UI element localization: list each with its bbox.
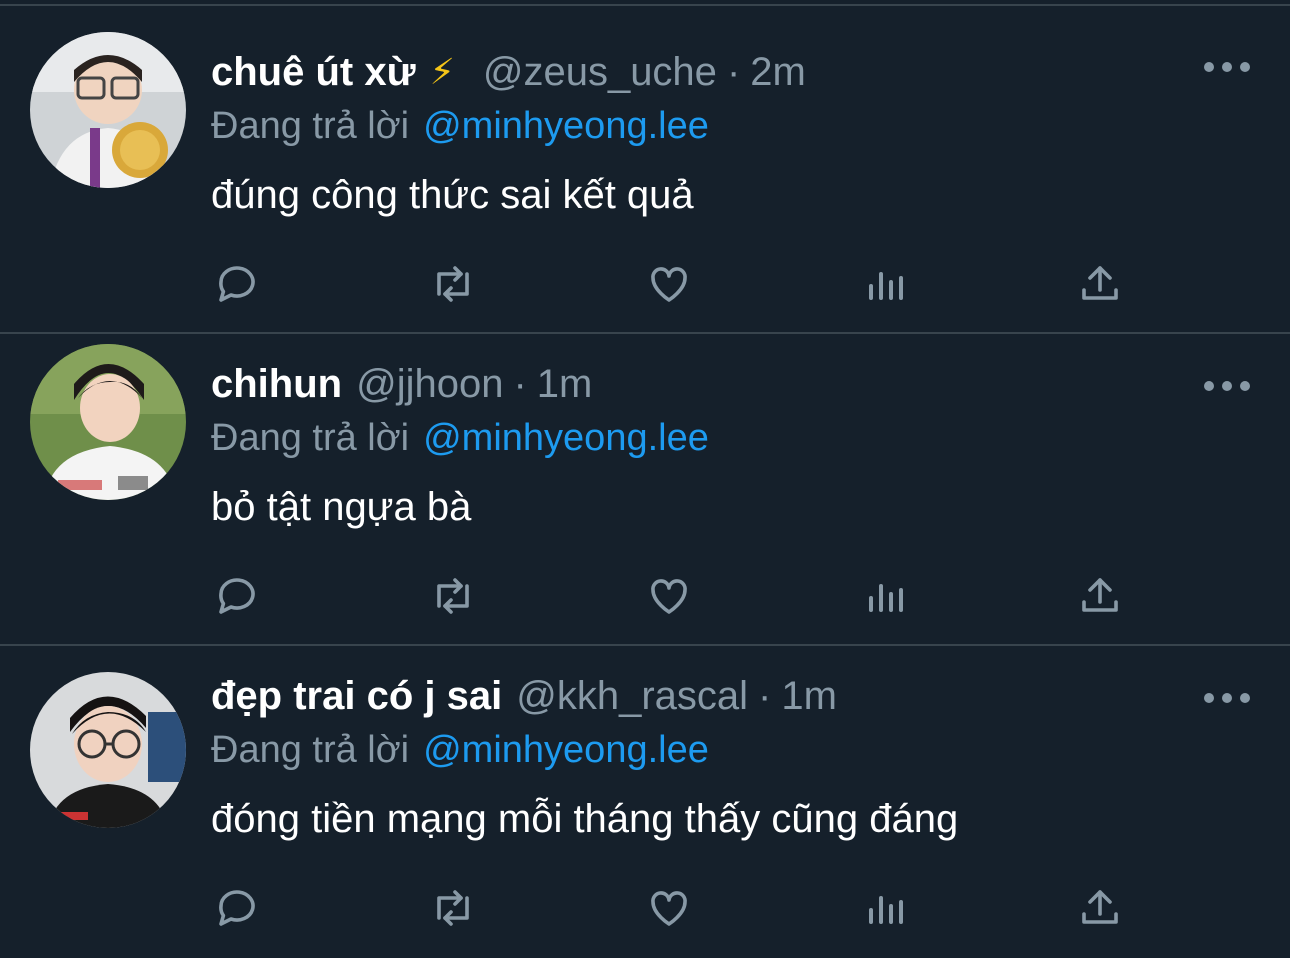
display-name[interactable]: chihun	[211, 362, 342, 407]
share-icon[interactable]	[1074, 258, 1126, 310]
handle[interactable]: @jjhoon	[356, 362, 503, 407]
reply-prefix: Đang trả lời	[211, 728, 410, 771]
reply-prefix: Đang trả lời	[211, 104, 410, 147]
lightning-icon: ⚡	[429, 51, 455, 92]
retweet-icon[interactable]	[427, 882, 479, 934]
reply-mention[interactable]: @minhyeong.lee	[423, 417, 709, 460]
like-icon[interactable]	[643, 570, 695, 622]
separator: ·	[726, 49, 741, 94]
reply-mention[interactable]: @minhyeong.lee	[423, 105, 709, 148]
display-name[interactable]: đẹp trai có j sai	[211, 674, 502, 719]
display-name[interactable]: chuê út xừ	[211, 50, 416, 95]
retweet-icon[interactable]	[427, 258, 479, 310]
more-options-icon[interactable]	[1204, 57, 1250, 77]
reply-context: Đang trả lời @minhyeong.lee	[211, 724, 709, 776]
top-divider	[0, 4, 1290, 6]
reply-icon[interactable]	[211, 882, 263, 934]
tweet-text: đúng công thức sai kết quả	[211, 172, 694, 217]
reply-context: Đang trả lời @minhyeong.lee	[211, 412, 709, 464]
timestamp[interactable]: 2m	[750, 50, 806, 95]
more-options-icon[interactable]	[1204, 376, 1250, 396]
separator: ·	[758, 673, 772, 718]
reply-context: Đang trả lời @minhyeong.lee	[211, 100, 709, 152]
tweet-header: chihun @jjhoon · 1m	[211, 357, 592, 411]
tweet-header: chuê út xừ ⚡ @zeus_uche · 2m	[211, 45, 806, 99]
timestamp[interactable]: 1m	[781, 674, 837, 719]
share-icon[interactable]	[1074, 882, 1126, 934]
share-icon[interactable]	[1074, 570, 1126, 622]
more-options-icon[interactable]	[1204, 688, 1250, 708]
reply-mention[interactable]: @minhyeong.lee	[423, 729, 709, 772]
reply-icon[interactable]	[211, 570, 263, 622]
reply-prefix: Đang trả lời	[211, 416, 410, 459]
tweet-header: đẹp trai có j sai @kkh_rascal · 1m	[211, 669, 837, 723]
tweet[interactable]: chuê út xừ ⚡ @zeus_uche · 2m Đang trả lờ…	[0, 22, 1290, 334]
handle[interactable]: @zeus_uche	[483, 50, 717, 95]
like-icon[interactable]	[643, 258, 695, 310]
separator: ·	[513, 361, 527, 406]
analytics-icon[interactable]	[859, 258, 911, 310]
tweet-text: bỏ tật ngựa bà	[211, 484, 472, 529]
tweet-text: đóng tiền mạng mỗi tháng thấy cũng đáng	[211, 796, 959, 841]
avatar[interactable]	[30, 672, 186, 828]
reply-icon[interactable]	[211, 258, 263, 310]
tweet[interactable]: chihun @jjhoon · 1m Đang trả lời @minhye…	[0, 334, 1290, 646]
handle[interactable]: @kkh_rascal	[516, 674, 748, 719]
analytics-icon[interactable]	[859, 882, 911, 934]
avatar[interactable]	[30, 344, 186, 500]
analytics-icon[interactable]	[859, 570, 911, 622]
like-icon[interactable]	[643, 882, 695, 934]
tweet[interactable]: đẹp trai có j sai @kkh_rascal · 1m Đang …	[0, 646, 1290, 958]
timestamp[interactable]: 1m	[537, 362, 593, 407]
avatar[interactable]	[30, 32, 186, 188]
retweet-icon[interactable]	[427, 570, 479, 622]
